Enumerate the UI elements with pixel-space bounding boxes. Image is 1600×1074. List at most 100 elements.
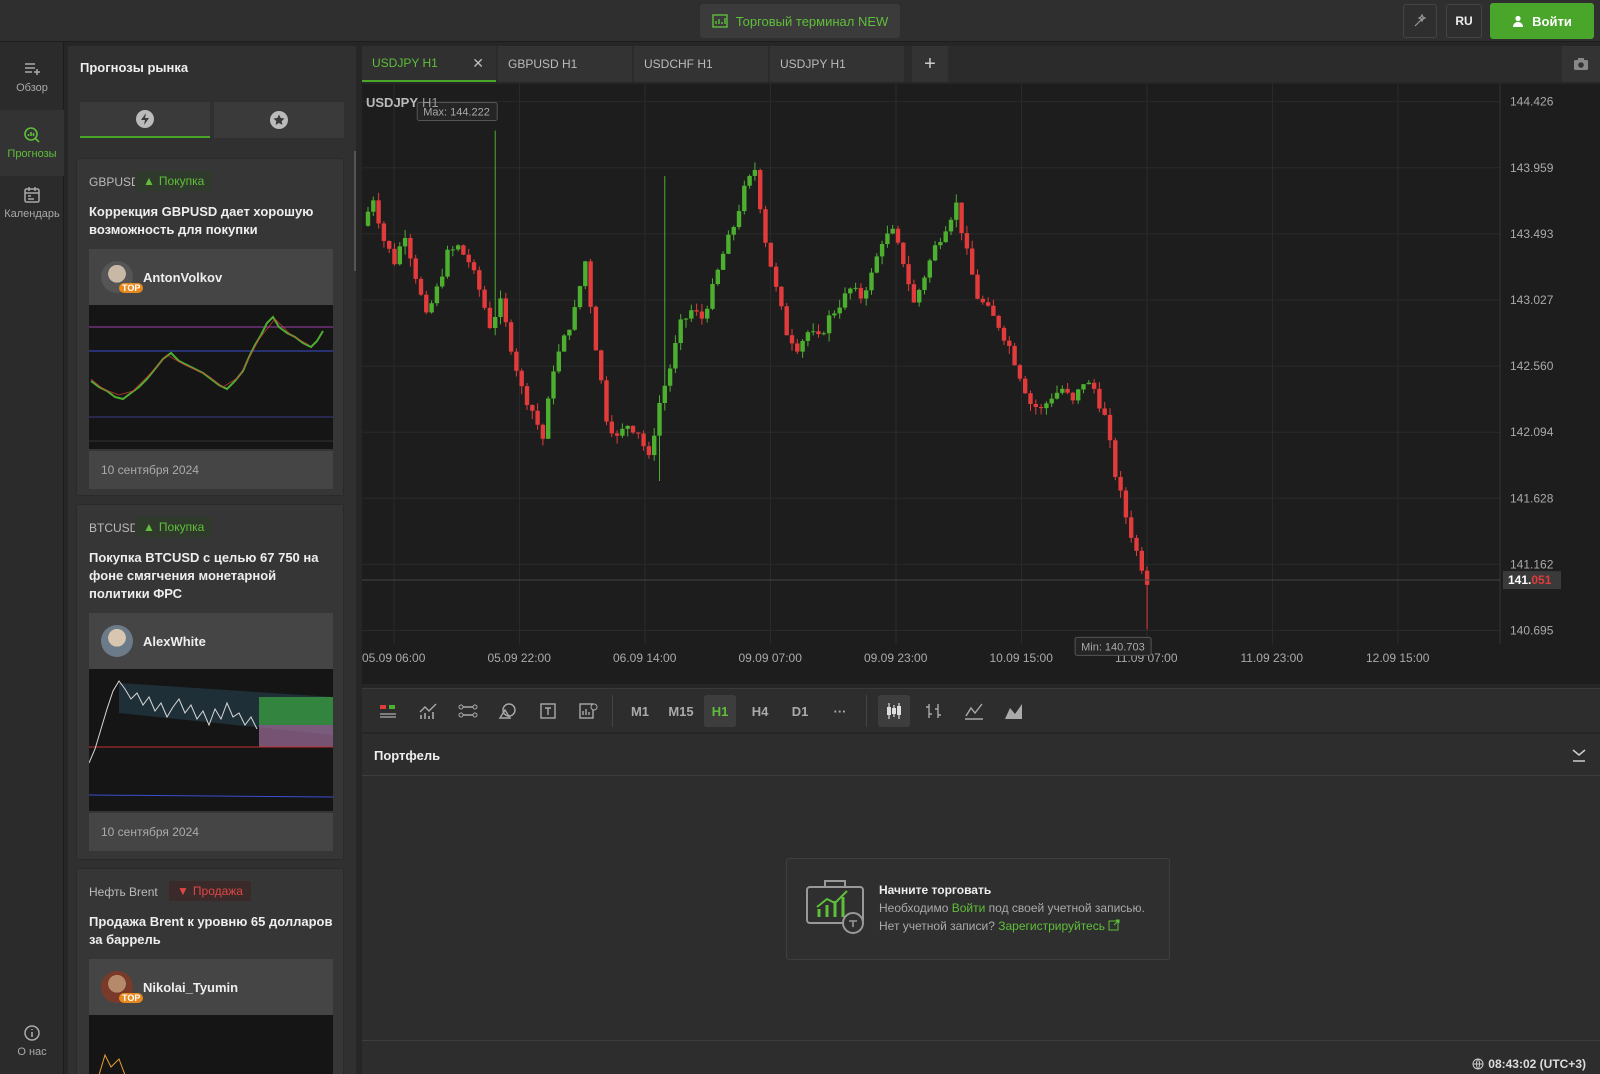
candle-body xyxy=(1033,403,1038,407)
candle-body xyxy=(519,370,524,387)
card-author[interactable]: AlexWhite xyxy=(89,613,333,669)
tab-favorite-forecasts[interactable] xyxy=(214,102,344,138)
login-link[interactable]: Войти xyxy=(952,901,986,915)
login-button[interactable]: Войти xyxy=(1490,3,1594,39)
candle-body xyxy=(604,380,609,422)
theme-toggle-button[interactable] xyxy=(1403,4,1437,38)
author-name: Nikolai_Tyumin xyxy=(143,979,239,995)
external-link-icon[interactable] xyxy=(1108,919,1120,931)
candle-body xyxy=(768,242,773,267)
candle-body xyxy=(874,256,879,273)
nav-calendar[interactable]: Календарь xyxy=(0,170,64,236)
forecast-scrollbar[interactable] xyxy=(354,151,356,271)
chart-background xyxy=(362,84,1600,684)
trading-briefcase-icon xyxy=(806,880,864,934)
candle-body xyxy=(1129,517,1134,538)
shapes-button[interactable] xyxy=(492,695,524,727)
screenshot-button[interactable] xyxy=(1562,46,1600,82)
camera-icon xyxy=(1574,58,1588,70)
forecast-chart-thumbnail xyxy=(89,669,333,811)
calendar-icon xyxy=(24,187,40,203)
nav-about[interactable]: О нас xyxy=(0,1008,64,1074)
y-tick-label: 141.162 xyxy=(1510,557,1554,571)
candle-body xyxy=(561,335,567,352)
card-symbol: BTCUSD xyxy=(89,521,139,535)
candle-body xyxy=(736,211,742,228)
language-button[interactable]: RU xyxy=(1446,4,1482,38)
indicators-button[interactable] xyxy=(372,695,404,727)
tf-h4-button[interactable]: H4 xyxy=(744,695,776,727)
current-price-label: 141.051 xyxy=(1508,573,1552,587)
close-icon[interactable]: ✕ xyxy=(472,55,484,72)
candle-body xyxy=(493,316,498,328)
forecast-card[interactable]: Нефть Brent ▼ Продажа Продажа Brent к уро… xyxy=(76,868,344,1074)
candle-body xyxy=(514,351,519,371)
x-tick-label: 11.09 23:00 xyxy=(1241,651,1304,665)
collapse-icon[interactable] xyxy=(1570,746,1588,764)
candle-body xyxy=(731,227,736,235)
forecast-panel-title: Прогнозы рынка xyxy=(80,60,189,75)
candle-body xyxy=(694,310,699,312)
candle-body xyxy=(466,254,471,263)
portfolio-panel: Портфель Начните торговать Необходимо Во… xyxy=(362,734,1600,1074)
nav-overview[interactable]: Обзор xyxy=(0,44,64,110)
candle-body xyxy=(922,277,927,290)
area-type-button[interactable] xyxy=(998,695,1030,727)
line-type-button[interactable] xyxy=(958,695,990,727)
buy-badge: ▲ Покупка xyxy=(135,171,213,191)
chart-canvas[interactable]: 144.426 143.959 143.493 143.027 142.560 142.0… xyxy=(362,84,1600,684)
overview-icon xyxy=(25,63,40,75)
more-timeframes-button[interactable]: ··· xyxy=(824,695,856,727)
card-symbol: Нефть Brent xyxy=(89,885,158,899)
candle-body xyxy=(387,240,392,249)
tf-m1-button[interactable]: M1 xyxy=(624,695,656,727)
candle-body xyxy=(678,319,683,344)
candle-body xyxy=(1123,490,1129,518)
tab-latest-forecasts[interactable] xyxy=(80,102,210,138)
tf-m15-button[interactable]: M15 xyxy=(662,695,700,727)
candle-body xyxy=(811,331,816,333)
register-link[interactable]: Зарегистрируйтесь xyxy=(998,919,1105,933)
text-tool-button[interactable] xyxy=(532,695,564,727)
candle-body xyxy=(689,310,694,319)
badge-label: Покупка xyxy=(158,520,205,534)
candle-body xyxy=(614,433,620,436)
candles-type-button[interactable] xyxy=(878,695,910,727)
candle-body xyxy=(1028,393,1033,404)
card-title: Продажа Brent к уровню 65 долларов за ба… xyxy=(89,914,333,947)
star-icon xyxy=(270,111,288,129)
x-tick-label: 10.09 15:00 xyxy=(990,651,1054,665)
card-symbol: GBPUSD xyxy=(89,175,140,189)
tab-usdjpy-h1[interactable]: USDJPY H1 ✕ xyxy=(362,46,496,82)
chart-timeframe-label: H1 xyxy=(422,95,439,110)
trading-terminal-button[interactable]: Торговый терминал NEW xyxy=(700,4,900,38)
price-chart[interactable]: 144.426 143.959 143.493 143.027 142.560 142.0… xyxy=(362,84,1600,684)
candle-body xyxy=(959,202,964,234)
forecast-card[interactable]: BTCUSD ▲ Покупка Покупка BTCUSD с целью 6… xyxy=(76,504,344,860)
candle-body xyxy=(917,289,922,303)
tab-usdjpy-h1-2[interactable]: USDJPY H1 xyxy=(770,46,904,82)
add-tab-button[interactable]: + xyxy=(912,46,948,82)
chart-settings-button[interactable] xyxy=(572,695,604,727)
card-author[interactable]: TOP AntonVolkov xyxy=(89,249,333,305)
tab-gbpusd-h1[interactable]: GBPUSD H1 xyxy=(498,46,632,82)
arrow-up-icon: ▲ xyxy=(143,174,155,188)
forecast-card[interactable]: GBPUSD ▲ Покупка Коррекция GBPUSD дает хо… xyxy=(76,158,344,496)
candle-body xyxy=(885,233,890,245)
candle-body xyxy=(715,269,720,285)
studies-button[interactable] xyxy=(412,695,444,727)
magic-icon xyxy=(1414,13,1427,27)
tf-d1-button[interactable]: D1 xyxy=(784,695,816,727)
bars-type-button[interactable] xyxy=(918,695,950,727)
y-tick-label: 143.493 xyxy=(1510,227,1554,241)
tab-usdchf-h1[interactable]: USDCHF H1 xyxy=(634,46,768,82)
candle-body xyxy=(742,185,747,212)
trendline-button[interactable] xyxy=(452,695,484,727)
candle-body xyxy=(842,293,848,308)
min-label: Min: 140.703 xyxy=(1081,641,1145,653)
tf-h1-button[interactable]: H1 xyxy=(704,695,736,727)
nav-forecasts[interactable]: Прогнозы xyxy=(0,110,64,176)
card-author[interactable]: TOP Nikolai_Tyumin xyxy=(89,959,333,1015)
y-tick-label: 144.426 xyxy=(1510,95,1554,109)
current-price-main: 141. xyxy=(1508,573,1531,587)
